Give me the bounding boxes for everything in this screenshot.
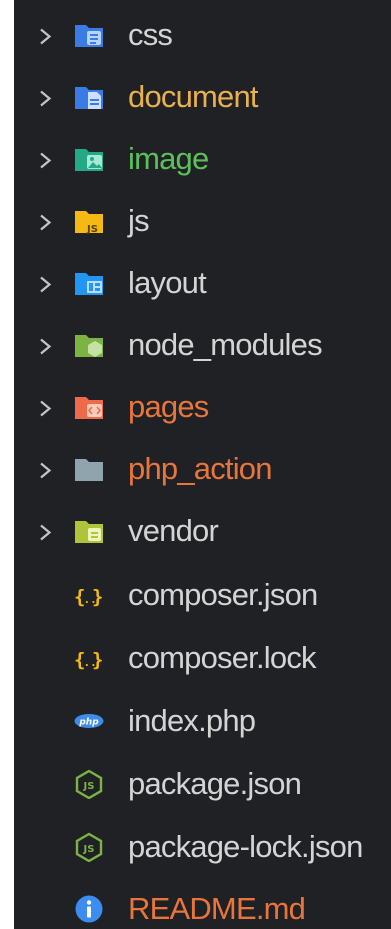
vendor-folder-icon [75, 521, 103, 543]
svg-text:JS: JS [83, 781, 95, 792]
js-folder-icon: JS [75, 211, 103, 235]
tree-item-css[interactable]: css [14, 4, 391, 66]
tree-item-label: node_modules [128, 327, 323, 362]
tree-item-package-lock-json[interactable]: JS package-lock.json [14, 816, 391, 878]
php-icon: php [74, 714, 104, 728]
tree-item-document[interactable]: document [14, 66, 391, 128]
svg-text:JS: JS [83, 844, 95, 855]
image-folder-icon [75, 149, 103, 171]
tree-item-node-modules[interactable]: node_modules [14, 314, 391, 376]
tree-item-pages[interactable]: pages [14, 376, 391, 438]
chevron-right-icon[interactable] [39, 400, 52, 417]
tree-item-label: package.json [128, 766, 302, 801]
tree-item-composer-lock[interactable]: { .. } composer.lock [14, 627, 391, 689]
tree-item-label: package-lock.json [128, 829, 363, 864]
tree-item-label: composer.json [128, 577, 318, 612]
node-modules-folder-icon [75, 335, 103, 357]
tree-item-label: layout [128, 265, 207, 300]
chevron-right-icon[interactable] [39, 214, 52, 231]
tree-item-layout[interactable]: layout [14, 252, 391, 314]
layout-folder-icon [75, 273, 103, 295]
nodejs-icon: JS [75, 769, 103, 799]
info-icon [75, 895, 103, 923]
nodejs-icon: JS [75, 832, 103, 862]
svg-text:JS: JS [86, 224, 98, 235]
tree-item-image[interactable]: image [14, 128, 391, 190]
document-folder-icon [75, 87, 103, 109]
tree-item-label: image [128, 141, 209, 176]
folder-icon [75, 459, 103, 481]
svg-text:}: } [92, 649, 103, 671]
tree-item-package-json[interactable]: JS package.json [14, 753, 391, 815]
json-braces-icon: { .. } [74, 649, 103, 671]
tree-item-label: js [128, 203, 150, 238]
tree-item-index-php[interactable]: php index.php [14, 690, 391, 752]
file-explorer: css document image JS js layout node_mod… [14, 0, 391, 929]
chevron-right-icon[interactable] [39, 338, 52, 355]
json-braces-icon: { .. } [74, 586, 103, 608]
tree-item-label: README.md [128, 891, 306, 926]
tree-item-label: vendor [128, 513, 219, 548]
svg-text:php: php [78, 718, 99, 728]
tree-item-php-action[interactable]: php_action [14, 438, 391, 500]
tree-item-vendor[interactable]: vendor [14, 500, 391, 562]
chevron-right-icon[interactable] [39, 152, 52, 169]
css-folder-icon [75, 25, 103, 47]
chevron-right-icon[interactable] [39, 90, 52, 107]
tree-item-label: css [128, 17, 173, 52]
tree-item-composer-json[interactable]: { .. } composer.json [14, 564, 391, 626]
tree-item-readme-md[interactable]: README.md [14, 878, 391, 929]
pages-folder-icon [75, 397, 103, 419]
tree-item-label: pages [128, 389, 209, 424]
chevron-right-icon[interactable] [39, 276, 52, 293]
chevron-right-icon[interactable] [39, 462, 52, 479]
tree-item-label: index.php [128, 703, 256, 738]
tree-item-label: document [128, 79, 259, 114]
chevron-right-icon[interactable] [39, 524, 52, 541]
tree-item-js[interactable]: JS js [14, 190, 391, 252]
tree-item-label: php_action [128, 451, 272, 486]
chevron-right-icon[interactable] [39, 28, 52, 45]
svg-text:}: } [92, 586, 103, 608]
tree-item-label: composer.lock [128, 640, 317, 675]
